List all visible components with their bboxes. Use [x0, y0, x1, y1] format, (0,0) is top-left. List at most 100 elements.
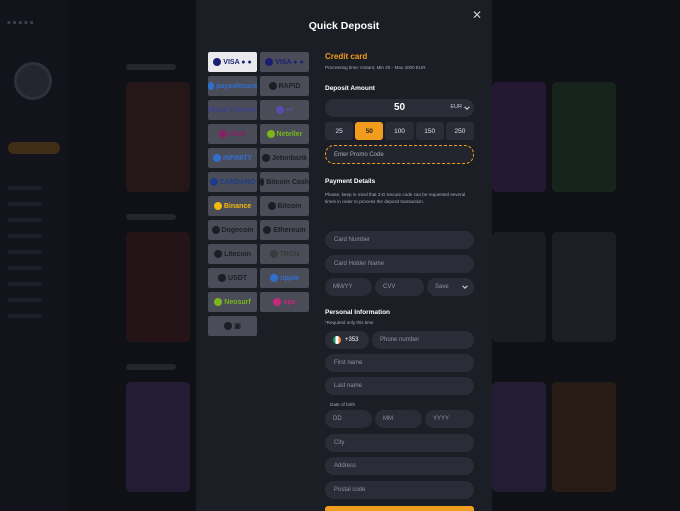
- deposit-form: Credit card Processing time: Instant, Mi…: [325, 52, 475, 511]
- phone-input[interactable]: Phone number: [372, 331, 474, 349]
- dob-day-input[interactable]: DD: [325, 410, 372, 428]
- payment-method-bitcoin-cash[interactable]: Bitcoin Cash: [260, 172, 309, 192]
- payment-method-grid: VISA ● ● VISA ● ● paysafecard RAPID Bank Tra…: [208, 52, 309, 336]
- rapid-transfer-icon: [268, 82, 277, 90]
- chevron-down-icon[interactable]: [463, 104, 471, 112]
- city-input[interactable]: City: [325, 434, 474, 452]
- payment-method-ethereum[interactable]: Ethereum: [260, 220, 309, 240]
- save-label: Save: [435, 284, 449, 290]
- cvv-input[interactable]: CVV: [375, 278, 424, 296]
- infinity-icon: [212, 154, 221, 162]
- payment-method-visa-mastercard[interactable]: VISA ● ●: [208, 52, 257, 72]
- payment-method-instant-banking[interactable]: •••: [260, 100, 309, 120]
- payment-method-label: CARDANO: [219, 178, 256, 186]
- phone-row: +353 Phone number: [325, 331, 474, 349]
- visa-mastercard-icon: [213, 58, 222, 66]
- payment-details-title: Payment Details: [325, 178, 376, 185]
- payment-method-label: USDT: [227, 274, 248, 282]
- promo-code-input[interactable]: Enter Promo Code: [325, 145, 474, 164]
- payment-method-infinity[interactable]: INFINITY: [208, 148, 257, 168]
- payment-method-label: Binance: [223, 202, 252, 210]
- payment-method-label: Ethereum: [273, 226, 306, 234]
- bitcoin-cash-icon: [260, 178, 265, 186]
- amount-chip[interactable]: 100: [385, 122, 414, 140]
- dob-label: Date of birth: [330, 402, 356, 407]
- payment-method-label: RAPID: [278, 82, 301, 90]
- binance-icon: [213, 202, 222, 210]
- payment-method-label: Neteller: [276, 130, 303, 138]
- close-button[interactable]: ✕: [470, 8, 484, 22]
- dob-row: DD MM YYYY: [325, 410, 474, 428]
- payment-method-dogecoin[interactable]: Dogecoin: [208, 220, 257, 240]
- deposit-button[interactable]: [325, 506, 474, 511]
- litecoin-icon: [214, 250, 223, 258]
- neteller-icon: [266, 130, 275, 138]
- payment-method-label: Skrill: [228, 130, 247, 138]
- payment-method-label: VISA ● ●: [223, 58, 252, 66]
- payment-method-neosurf[interactable]: Neosurf: [208, 292, 257, 312]
- save-card-select[interactable]: Save: [427, 278, 474, 296]
- credit-card-title: Credit card: [325, 52, 368, 61]
- tron-icon: [269, 250, 278, 258]
- cardano-icon: [209, 178, 218, 186]
- usdt-icon: [217, 274, 226, 282]
- skrill-icon: [218, 130, 227, 138]
- amount-chips: 25 50 100 150 250: [325, 122, 475, 140]
- payment-method-label: TRON: [279, 250, 300, 258]
- payment-method-cardano[interactable]: CARDANO: [208, 172, 257, 192]
- amount-chip[interactable]: 250: [445, 122, 475, 140]
- payment-method-skrill[interactable]: Skrill: [208, 124, 257, 144]
- payment-method-binance[interactable]: Binance: [208, 196, 257, 216]
- personal-info-title: Personal Information: [325, 309, 391, 316]
- ethereum-icon: [263, 226, 272, 234]
- payment-method-visa-mastercard[interactable]: VISA ● ●: [260, 52, 309, 72]
- payment-method-label: eps: [283, 298, 296, 306]
- deposit-amount-title: Deposit Amount: [325, 85, 375, 92]
- jetonbank-icon: [261, 154, 270, 162]
- payment-method-label: Jetonbank: [271, 154, 307, 162]
- card-number-input[interactable]: Card Number: [325, 231, 474, 249]
- payment-method-bank-transfer[interactable]: Bank Transfer: [208, 100, 257, 120]
- expiry-input[interactable]: MM/YY: [325, 278, 372, 296]
- dogecoin-icon: [211, 226, 220, 234]
- last-name-input[interactable]: Last name: [325, 377, 474, 395]
- payment-method-label: INFINITY: [222, 154, 253, 162]
- chevron-down-icon: [462, 285, 468, 289]
- payment-method-ripple[interactable]: ripple: [260, 268, 309, 288]
- payment-method-label: VISA ● ●: [275, 58, 304, 66]
- amount-chip[interactable]: 150: [415, 122, 444, 140]
- neosurf-icon: [214, 298, 223, 306]
- dob-month-input[interactable]: MM: [375, 410, 422, 428]
- card-holder-input[interactable]: Card Holder Name: [325, 255, 474, 273]
- payment-method-usdt[interactable]: USDT: [208, 268, 257, 288]
- payment-method-neteller[interactable]: Neteller: [260, 124, 309, 144]
- close-icon: ✕: [471, 8, 483, 22]
- payment-method-jetonbank[interactable]: Jetonbank: [260, 148, 309, 168]
- payment-method-paysafecard[interactable]: paysafecard: [208, 76, 257, 96]
- payment-method-label: Bitcoin Cash: [266, 178, 309, 186]
- payment-method-label: Dogecoin: [221, 226, 254, 234]
- amount-selector[interactable]: 50 EUR: [325, 99, 474, 117]
- payment-method-rapid-transfer[interactable]: RAPID: [260, 76, 309, 96]
- postal-code-input[interactable]: Postal code: [325, 481, 474, 499]
- payment-method-bitcoin[interactable]: Bitcoin: [260, 196, 309, 216]
- payment-method-label: Bank Transfer: [210, 106, 257, 114]
- payment-method-tron[interactable]: TRON: [260, 244, 309, 264]
- modal-title: Quick Deposit: [308, 20, 380, 32]
- amount-chip[interactable]: 50: [355, 122, 384, 140]
- dob-year-input[interactable]: YYYY: [425, 410, 474, 428]
- payment-method-litecoin[interactable]: Litecoin: [208, 244, 257, 264]
- processing-info: Processing time: Instant, Min 20 - Max 4…: [325, 65, 426, 70]
- instant-banking-icon: [275, 106, 284, 114]
- payment-method-voucher[interactable]: ▣: [208, 316, 257, 336]
- 3ds-note: Please, keep in mind that 3-D Secure cod…: [325, 192, 466, 205]
- payment-method-label: Bitcoin: [277, 202, 302, 210]
- amount-chip[interactable]: 25: [325, 122, 354, 140]
- country-code-select[interactable]: +353: [325, 331, 369, 349]
- payment-method-label: •••: [285, 106, 294, 114]
- first-name-input[interactable]: First name: [325, 354, 474, 372]
- payment-method-label: paysafecard: [216, 82, 257, 90]
- address-input[interactable]: Address: [325, 457, 474, 475]
- currency-label: EUR: [450, 104, 462, 110]
- payment-method-eps[interactable]: eps: [260, 292, 309, 312]
